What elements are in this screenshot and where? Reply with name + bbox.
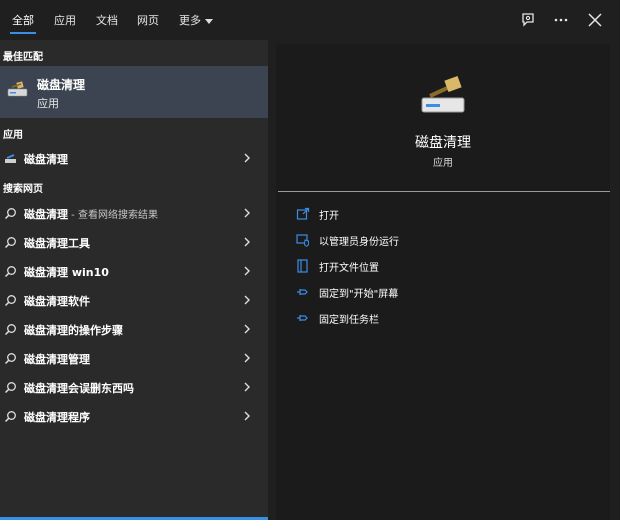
tab-more[interactable]: 更多 bbox=[179, 12, 213, 28]
search-icon bbox=[4, 295, 16, 307]
open-icon bbox=[296, 207, 310, 220]
chevron-right-icon[interactable] bbox=[242, 152, 252, 164]
web-result-item[interactable]: 磁盘清理会误删东西吗 bbox=[0, 373, 268, 401]
pin-icon bbox=[297, 289, 308, 295]
web-result-label: 磁盘清理工具 bbox=[24, 237, 90, 250]
chevron-right-icon[interactable] bbox=[242, 352, 252, 364]
web-result-label: 磁盘清理管理 bbox=[24, 353, 90, 366]
feedback-icon[interactable] bbox=[518, 10, 538, 30]
divider bbox=[278, 191, 610, 192]
web-result-item[interactable]: 磁盘清理的操作步骤 bbox=[0, 315, 268, 343]
chevron-right-icon[interactable] bbox=[242, 381, 252, 393]
chevron-right-icon[interactable] bbox=[242, 294, 252, 306]
active-tab-indicator bbox=[10, 32, 36, 34]
disk-cleanup-icon bbox=[7, 81, 28, 97]
apps-header: 应用 bbox=[3, 130, 23, 141]
disk-cleanup-icon bbox=[5, 154, 16, 163]
close-icon[interactable] bbox=[585, 10, 605, 30]
chevron-right-icon[interactable] bbox=[242, 265, 252, 277]
search-filter-bar: 全部 应用 文档 网页 更多 bbox=[0, 0, 620, 40]
app-result-item[interactable]: 磁盘清理 bbox=[0, 144, 268, 172]
search-icon bbox=[4, 324, 16, 336]
web-result-item[interactable]: 磁盘清理管理 bbox=[0, 344, 268, 372]
action-label: 打开文件位置 bbox=[319, 263, 379, 274]
search-icon bbox=[4, 208, 16, 220]
action-label: 固定到"开始"屏幕 bbox=[319, 289, 399, 300]
web-result-query: 磁盘清理 bbox=[24, 208, 68, 221]
action-label: 以管理员身份运行 bbox=[319, 237, 399, 248]
best-match-title: 磁盘清理 bbox=[37, 78, 86, 92]
web-search-header: 搜索网页 bbox=[3, 184, 43, 195]
web-result-label: 磁盘清理程序 bbox=[24, 411, 90, 424]
web-result-label: 磁盘清理 win10 bbox=[24, 266, 109, 279]
tab-apps[interactable]: 应用 bbox=[54, 12, 76, 28]
search-icon bbox=[4, 237, 16, 249]
chevron-right-icon[interactable] bbox=[242, 323, 252, 335]
web-result-item[interactable]: 磁盘清理 win10 bbox=[0, 257, 268, 285]
best-match-item[interactable]: 磁盘清理 应用 bbox=[0, 66, 268, 118]
tab-more-label: 更多 bbox=[179, 14, 201, 27]
tab-web[interactable]: 网页 bbox=[137, 12, 159, 28]
best-match-subtitle: 应用 bbox=[37, 97, 59, 110]
tab-documents[interactable]: 文档 bbox=[96, 12, 118, 28]
admin-shield-icon bbox=[296, 234, 309, 247]
web-result-item[interactable]: 磁盘清理软件 bbox=[0, 286, 268, 314]
search-icon bbox=[4, 411, 16, 423]
pin-icon bbox=[297, 315, 308, 321]
chevron-right-icon[interactable] bbox=[242, 236, 252, 248]
more-options-icon[interactable] bbox=[551, 10, 571, 30]
chevron-right-icon[interactable] bbox=[242, 207, 252, 219]
search-icon bbox=[4, 353, 16, 365]
action-label: 固定到任务栏 bbox=[319, 315, 379, 326]
web-result-hint: - 查看网络搜索结果 bbox=[68, 210, 158, 221]
chevron-down-icon bbox=[205, 18, 213, 24]
web-result-item[interactable]: 磁盘清理 - 查看网络搜索结果 bbox=[0, 199, 268, 227]
app-result-label: 磁盘清理 bbox=[24, 153, 68, 166]
web-result-label: 磁盘清理 - 查看网络搜索结果 bbox=[24, 206, 158, 222]
action-label: 打开 bbox=[319, 211, 339, 222]
web-result-item[interactable]: 磁盘清理工具 bbox=[0, 228, 268, 256]
file-location-icon bbox=[297, 259, 308, 273]
search-icon bbox=[4, 266, 16, 278]
web-result-item[interactable]: 磁盘清理程序 bbox=[0, 402, 268, 430]
results-pane: 最佳匹配 磁盘清理 应用 应用 磁盘清理 搜索网页 磁盘清理 - 查看网络搜索结… bbox=[0, 40, 268, 520]
search-icon bbox=[4, 382, 16, 394]
disk-cleanup-icon bbox=[421, 75, 465, 113]
chevron-right-icon[interactable] bbox=[242, 410, 252, 422]
preview-title: 磁盘清理 bbox=[415, 135, 471, 151]
best-match-header: 最佳匹配 bbox=[3, 52, 43, 63]
web-result-label: 磁盘清理的操作步骤 bbox=[24, 324, 123, 337]
tab-all[interactable]: 全部 bbox=[12, 12, 34, 28]
web-result-label: 磁盘清理会误删东西吗 bbox=[24, 382, 134, 395]
preview-subtitle: 应用 bbox=[433, 158, 453, 169]
web-result-label: 磁盘清理软件 bbox=[24, 295, 90, 308]
preview-pane: 磁盘清理 应用 打开 以管理员身份运行 打开文件位置 固定到"开始"屏幕 固定到… bbox=[276, 44, 610, 520]
